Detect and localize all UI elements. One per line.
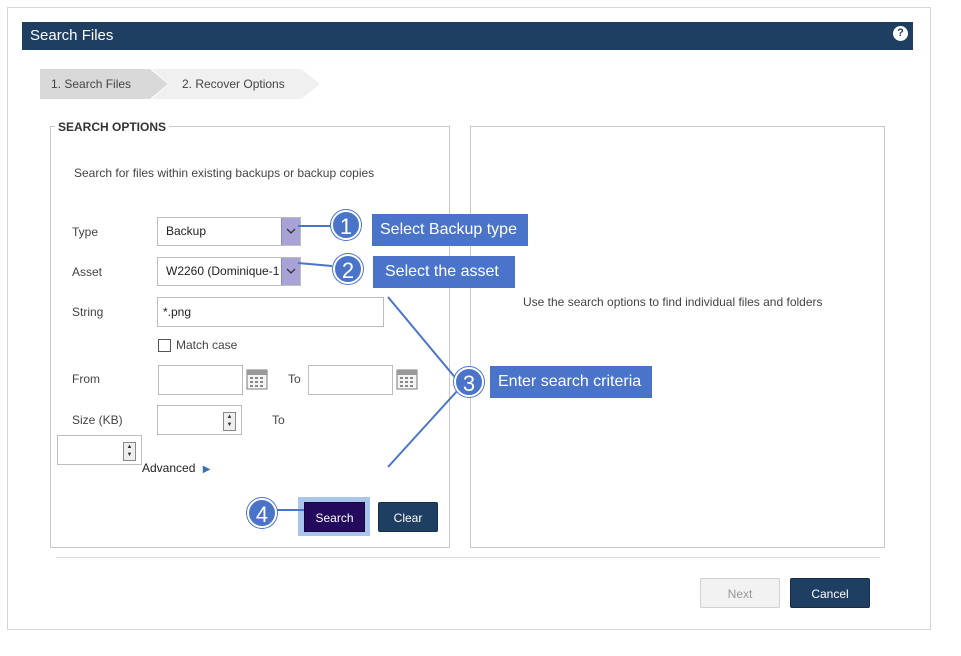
callout-number-4: 4 — [247, 498, 277, 528]
callout-label-1: Select Backup type — [372, 214, 528, 246]
callout-number-1: 1 — [331, 210, 361, 240]
callout-number-2: 2 — [333, 254, 363, 284]
callout-label-3: Enter search criteria — [490, 366, 652, 398]
step-search-files[interactable]: 1. Search Files — [40, 69, 168, 99]
callout-label-2: Select the asset — [373, 256, 515, 288]
callout-number-3: 3 — [454, 367, 484, 397]
